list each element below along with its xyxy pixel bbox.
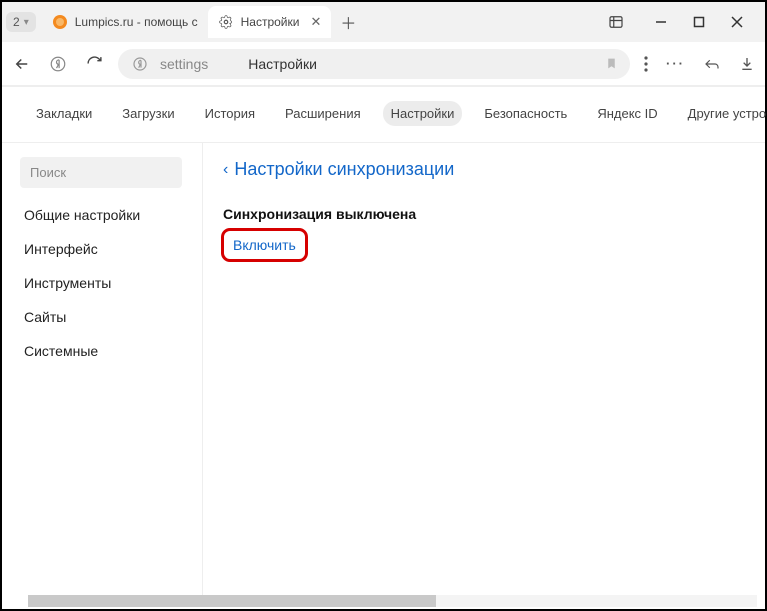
- site-info-icon[interactable]: [130, 54, 150, 74]
- window-controls: [655, 16, 761, 28]
- tab-settings[interactable]: Настройки ✕: [208, 6, 332, 38]
- back-button[interactable]: [12, 54, 32, 74]
- topnav-extensions[interactable]: Расширения: [277, 101, 369, 126]
- tab-bar: 2 ▾ Lumpics.ru - помощь с Настройки ✕ ＋: [2, 2, 765, 42]
- yandex-logo-icon[interactable]: [48, 54, 68, 74]
- page-title-in-omnibox: Настройки: [248, 56, 317, 72]
- more-menu-icon[interactable]: ···: [666, 56, 685, 71]
- sync-settings-heading[interactable]: ‹ Настройки синхронизации: [223, 159, 745, 180]
- sync-status-label: Синхронизация выключена: [223, 206, 745, 222]
- topnav-yandex-id[interactable]: Яндекс ID: [589, 101, 665, 126]
- topnav-downloads[interactable]: Загрузки: [114, 101, 182, 126]
- new-tab-button[interactable]: ＋: [335, 9, 361, 35]
- topnav-other-devices[interactable]: Другие устройства: [680, 101, 767, 126]
- extensions-icon[interactable]: [703, 55, 721, 73]
- topnav-settings[interactable]: Настройки: [383, 101, 463, 126]
- settings-content: ‹ Настройки синхронизации Синхронизация …: [202, 143, 765, 601]
- tab-label: Настройки: [241, 15, 300, 29]
- url-text: settings: [160, 56, 208, 72]
- collections-icon[interactable]: [607, 13, 625, 31]
- tab-count: 2: [13, 15, 20, 29]
- topnav-history[interactable]: История: [197, 101, 263, 126]
- sidebar-item-tools[interactable]: Инструменты: [2, 266, 192, 300]
- tab-label: Lumpics.ru - помощь с: [75, 15, 198, 29]
- sidebar-item-general[interactable]: Общие настройки: [2, 198, 192, 232]
- enable-sync-link[interactable]: Включить: [223, 232, 306, 258]
- orange-favicon-icon: [52, 14, 68, 30]
- horizontal-scrollbar[interactable]: [28, 595, 757, 607]
- reload-button[interactable]: [84, 54, 104, 74]
- omnibox[interactable]: settings Настройки: [118, 49, 630, 79]
- gear-icon: [218, 14, 234, 30]
- settings-search-input[interactable]: Поиск: [20, 157, 182, 188]
- settings-sidebar: Поиск Общие настройки Интерфейс Инструме…: [2, 143, 202, 601]
- close-window-button[interactable]: [731, 16, 743, 28]
- bookmark-icon[interactable]: [605, 56, 618, 71]
- address-bar: settings Настройки ···: [2, 42, 765, 86]
- topnav-bookmarks[interactable]: Закладки: [28, 101, 100, 126]
- sidebar-item-interface[interactable]: Интерфейс: [2, 232, 192, 266]
- downloads-icon[interactable]: [739, 56, 755, 72]
- maximize-button[interactable]: [693, 16, 705, 28]
- sidebar-item-sites[interactable]: Сайты: [2, 300, 192, 334]
- minimize-button[interactable]: [655, 16, 667, 28]
- close-icon[interactable]: ✕: [310, 14, 321, 30]
- sidebar-item-system[interactable]: Системные: [2, 334, 192, 368]
- tab-lumpics[interactable]: Lumpics.ru - помощь с: [42, 6, 208, 38]
- settings-body: Поиск Общие настройки Интерфейс Инструме…: [2, 142, 765, 601]
- menu-vertical-icon[interactable]: [644, 56, 648, 72]
- scrollbar-thumb[interactable]: [28, 595, 436, 607]
- chevron-left-icon: ‹: [223, 161, 228, 179]
- chevron-down-icon: ▾: [24, 17, 29, 28]
- settings-top-nav: Закладки Загрузки История Расширения Нас…: [2, 86, 765, 142]
- tab-counter[interactable]: 2 ▾: [6, 12, 36, 32]
- topnav-security[interactable]: Безопасность: [476, 101, 575, 126]
- heading-text: Настройки синхронизации: [234, 159, 454, 180]
